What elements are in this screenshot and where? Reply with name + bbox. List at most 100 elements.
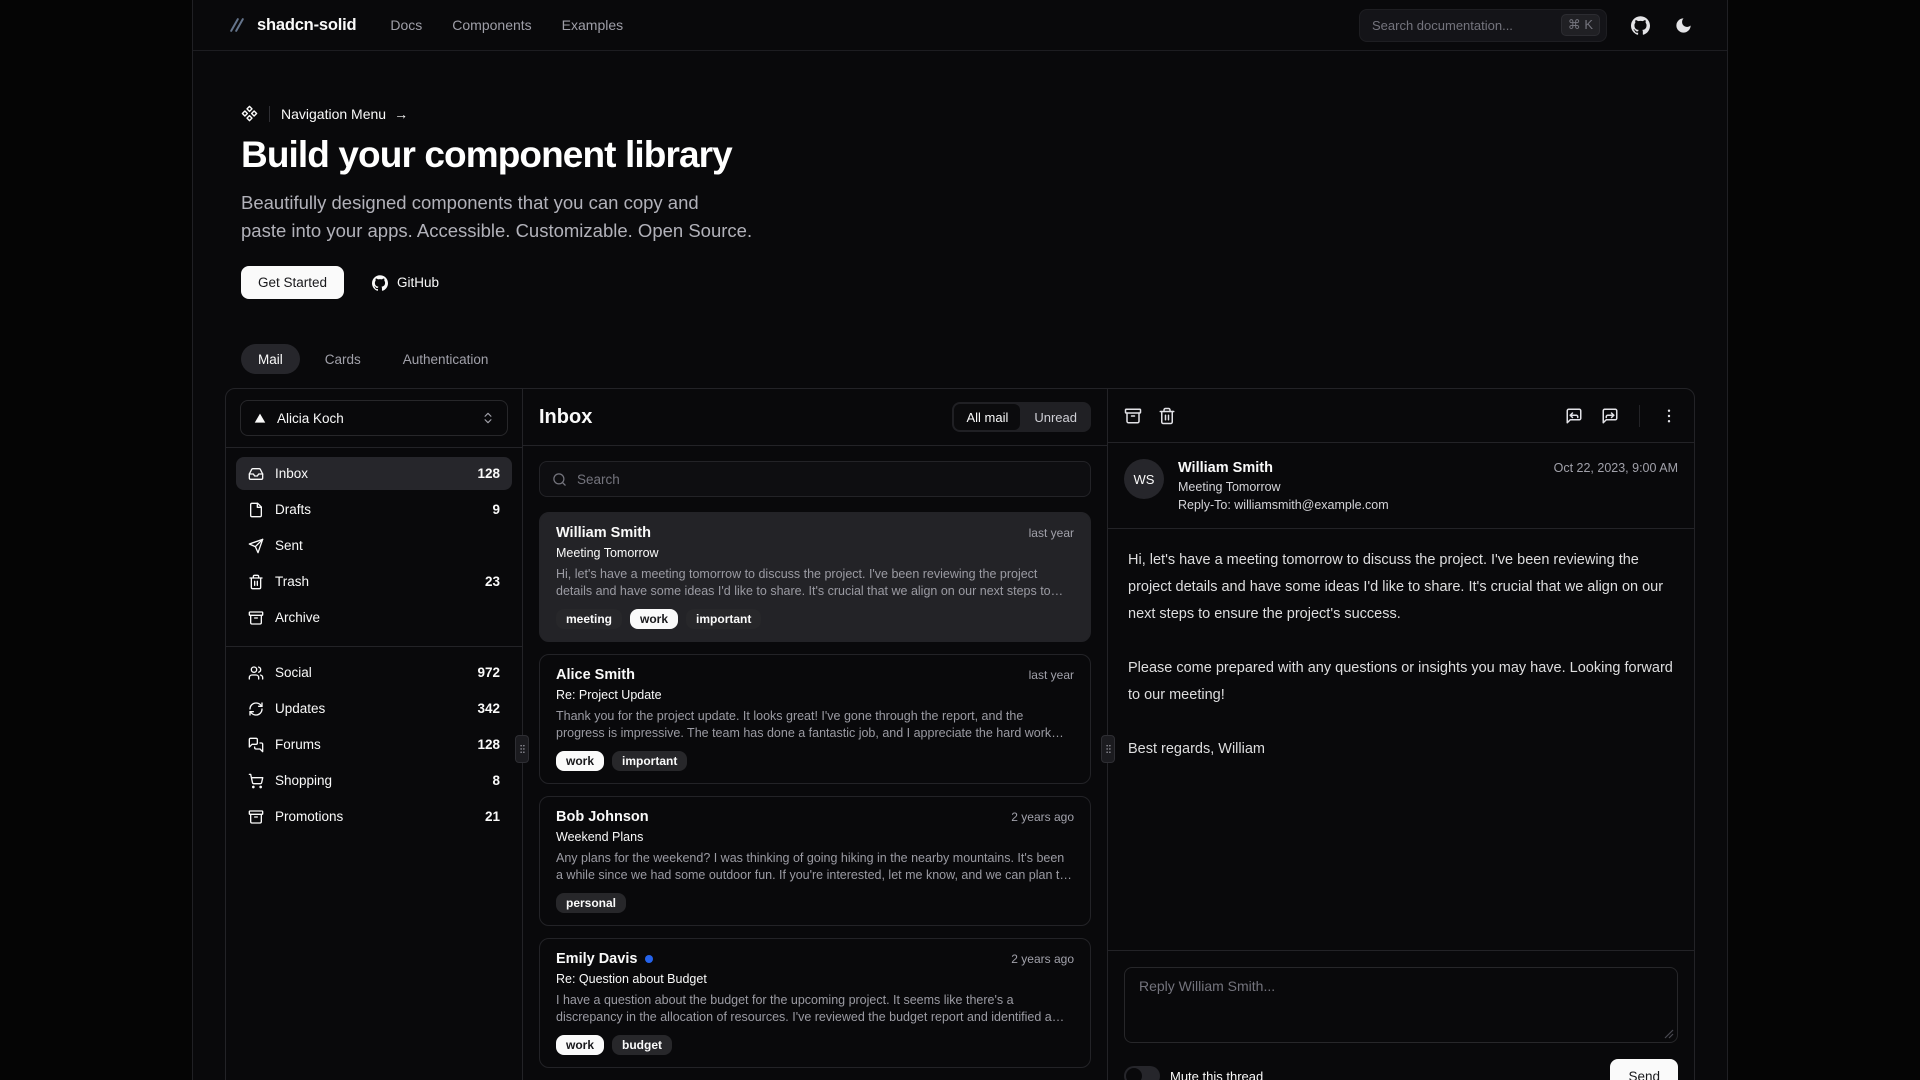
hero-actions: Get Started GitHub xyxy=(241,266,1679,299)
sidebar-item-inbox[interactable]: Inbox 128 xyxy=(236,457,512,490)
sidebar-item-updates[interactable]: Updates 342 xyxy=(236,692,512,725)
sidebar-item-count: 23 xyxy=(485,574,500,589)
label-badge[interactable]: budget xyxy=(612,1035,672,1055)
trash-button[interactable] xyxy=(1158,407,1176,425)
filter-unread[interactable]: Unread xyxy=(1022,404,1089,430)
github-icon xyxy=(372,275,388,291)
mute-thread-label: Mute this thread xyxy=(1170,1069,1263,1080)
mail-search-input[interactable] xyxy=(577,472,1078,487)
github-button-label: GitHub xyxy=(397,275,439,290)
sidebar-item-archive[interactable]: Archive xyxy=(236,601,512,634)
example-tabs: Mail Cards Authentication xyxy=(193,344,1727,374)
email-subject: Weekend Plans xyxy=(556,830,1074,844)
email-subject: Meeting Tomorrow xyxy=(556,546,1074,560)
sidebar-item-label: Drafts xyxy=(275,502,311,517)
sidebar-item-label: Promotions xyxy=(275,809,343,824)
label-badge[interactable]: important xyxy=(612,751,687,771)
account-switcher[interactable]: Alicia Koch xyxy=(240,400,508,436)
mail-list-item[interactable]: Emily Davis 2 years ago Re: Question abo… xyxy=(539,938,1091,1068)
sidebar-item-count: 8 xyxy=(492,773,500,788)
email-sender: Bob Johnson xyxy=(556,809,649,825)
sidebar-item-count: 9 xyxy=(492,502,500,517)
reply-button[interactable] xyxy=(1565,407,1583,425)
label-badge[interactable]: important xyxy=(686,609,761,629)
hero: Navigation Menu → Build your component l… xyxy=(193,51,1727,299)
mail-list: William Smith last year Meeting Tomorrow… xyxy=(523,512,1107,1080)
avatar: WS xyxy=(1124,459,1164,499)
label-badge[interactable]: work xyxy=(556,751,604,771)
page: shadcn-solid Docs Components Examples Se… xyxy=(192,0,1728,1080)
label-badge[interactable]: work xyxy=(630,609,678,629)
email-snippet: I have a question about the budget for t… xyxy=(556,992,1074,1026)
sidebar-item-forums[interactable]: Forums 128 xyxy=(236,728,512,761)
label-badge[interactable]: work xyxy=(556,1035,604,1055)
more-menu-button[interactable] xyxy=(1660,407,1678,425)
email-time: 2 years ago xyxy=(1011,952,1074,966)
reply-textarea[interactable] xyxy=(1125,968,1677,1042)
chevrons-up-down-icon xyxy=(481,411,495,425)
pane-resize-handle[interactable] xyxy=(1101,735,1115,763)
archive-button[interactable] xyxy=(1124,407,1142,425)
mail-list-item[interactable]: William Smith last year Meeting Tomorrow… xyxy=(539,512,1091,642)
nav-link-docs[interactable]: Docs xyxy=(390,17,422,33)
tab-mail[interactable]: Mail xyxy=(241,344,300,374)
sidebar-item-shopping[interactable]: Shopping 8 xyxy=(236,764,512,797)
component-icon xyxy=(241,105,258,122)
pane-resize-handle[interactable] xyxy=(515,735,529,763)
mail-list-item[interactable]: Bob Johnson 2 years ago Weekend Plans An… xyxy=(539,796,1091,926)
brand[interactable]: shadcn-solid xyxy=(227,15,356,35)
sidebar-item-trash[interactable]: Trash 23 xyxy=(236,565,512,598)
sidebar-item-count: 128 xyxy=(477,466,500,481)
mail-detail-pane: WS William Smith Meeting Tomorrow Reply-… xyxy=(1108,389,1694,1080)
users-icon xyxy=(248,665,264,681)
email-body-paragraph: Best regards, William xyxy=(1128,736,1674,763)
send-button[interactable]: Send xyxy=(1610,1059,1678,1080)
announcement-link[interactable]: Navigation Menu → xyxy=(241,105,1679,122)
archive-icon xyxy=(248,809,264,825)
mail-sidebar: Alicia Koch Inbox 128 Drafts 9 xyxy=(226,389,522,1080)
sidebar-item-label: Sent xyxy=(275,538,303,553)
nav-link-components[interactable]: Components xyxy=(452,17,531,33)
sidebar-item-sent[interactable]: Sent xyxy=(236,529,512,562)
mail-list-pane: Inbox All mail Unread William Smith xyxy=(522,389,1108,1080)
triangle-logo-icon xyxy=(253,411,267,425)
sidebar-item-promotions[interactable]: Promotions 21 xyxy=(236,800,512,833)
reply-section: Mute this thread Send xyxy=(1108,950,1694,1080)
github-button[interactable]: GitHub xyxy=(358,266,453,299)
detail-subject: Meeting Tomorrow xyxy=(1178,480,1389,494)
search-docs-placeholder: Search documentation... xyxy=(1372,18,1513,33)
sidebar-item-social[interactable]: Social 972 xyxy=(236,656,512,689)
filter-all-mail[interactable]: All mail xyxy=(954,404,1020,430)
detail-date: Oct 22, 2023, 9:00 AM xyxy=(1554,459,1678,512)
email-time: 2 years ago xyxy=(1011,810,1074,824)
sidebar-item-label: Inbox xyxy=(275,466,308,481)
messages-square-icon xyxy=(248,737,264,753)
toolbar-divider xyxy=(1639,405,1640,427)
tab-authentication[interactable]: Authentication xyxy=(386,344,506,374)
sidebar-item-count: 21 xyxy=(485,809,500,824)
send-icon xyxy=(248,538,264,554)
refresh-icon xyxy=(248,701,264,717)
hero-subtitle-line1: Beautifully designed components that you… xyxy=(241,189,1679,217)
email-body: Hi, let's have a meeting tomorrow to dis… xyxy=(1108,529,1694,950)
email-time: last year xyxy=(1029,526,1074,540)
sidebar-item-drafts[interactable]: Drafts 9 xyxy=(236,493,512,526)
moon-icon[interactable] xyxy=(1674,16,1693,35)
email-time: last year xyxy=(1029,668,1074,682)
label-badge[interactable]: personal xyxy=(556,893,626,913)
get-started-button[interactable]: Get Started xyxy=(241,266,344,299)
label-badge[interactable]: meeting xyxy=(556,609,622,629)
eyebrow-divider xyxy=(269,106,270,122)
search-docs-button[interactable]: Search documentation... ⌘ K xyxy=(1359,9,1607,42)
github-icon[interactable] xyxy=(1631,16,1650,35)
email-snippet: Thank you for the project update. It loo… xyxy=(556,708,1074,742)
unread-dot xyxy=(645,955,653,963)
mail-list-item[interactable]: Alice Smith last year Re: Project Update… xyxy=(539,654,1091,784)
forward-button[interactable] xyxy=(1601,407,1619,425)
trash-icon xyxy=(248,574,264,590)
mute-thread-switch[interactable] xyxy=(1124,1066,1160,1080)
email-snippet: Any plans for the weekend? I was thinkin… xyxy=(556,850,1074,884)
tab-cards[interactable]: Cards xyxy=(308,344,378,374)
account-name: Alicia Koch xyxy=(277,411,344,426)
nav-link-examples[interactable]: Examples xyxy=(562,17,623,33)
